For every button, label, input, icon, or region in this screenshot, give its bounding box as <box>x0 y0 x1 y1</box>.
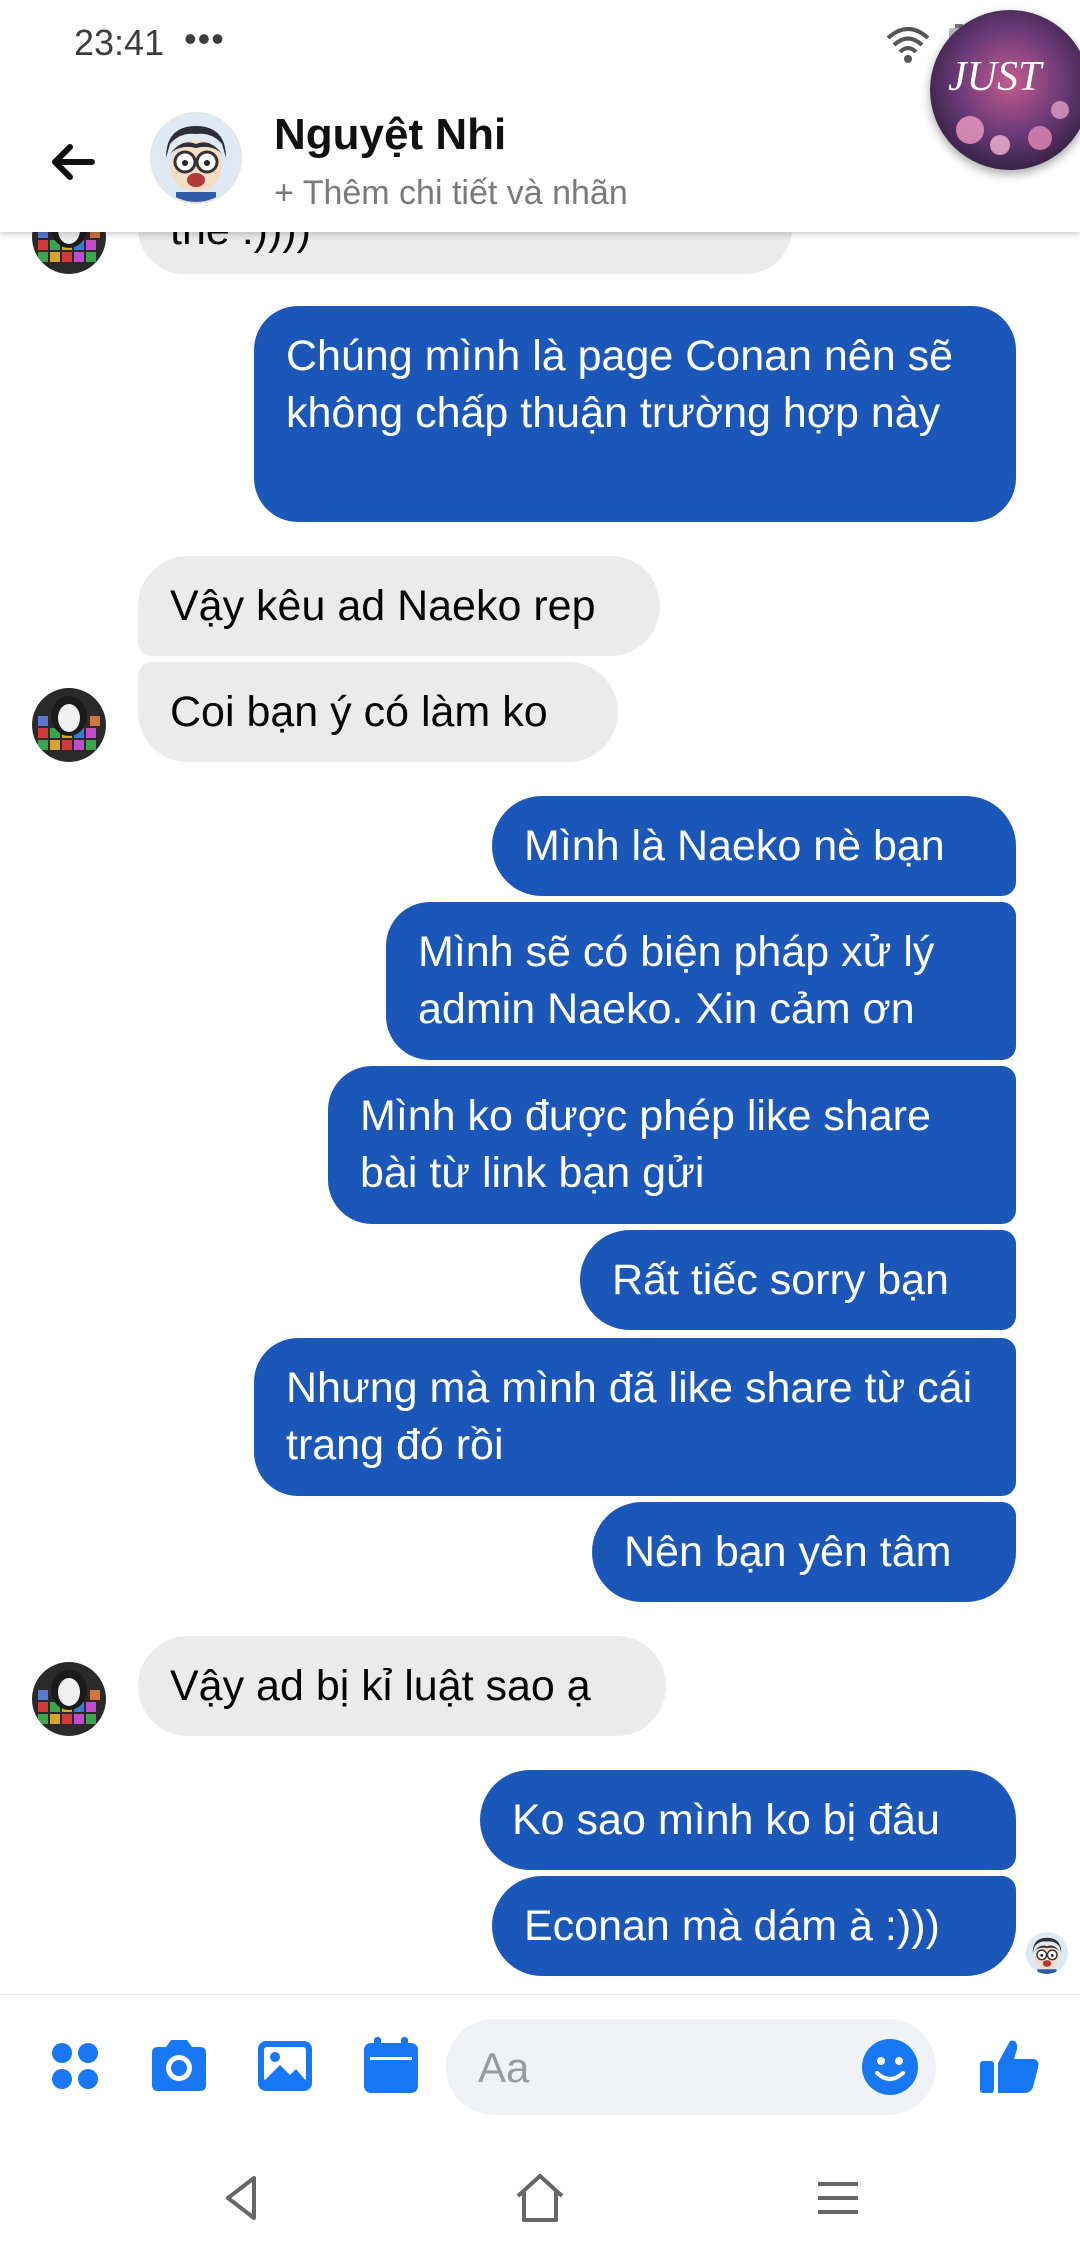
nav-menu-icon[interactable] <box>806 2166 870 2230</box>
apps-icon[interactable] <box>40 2031 110 2101</box>
contact-avatar[interactable] <box>32 688 106 762</box>
message-bubble-incoming[interactable]: Vậy kêu ad Naeko rep <box>138 556 660 656</box>
message-bubble-outgoing[interactable]: Mình là Naeko nè bạn <box>492 796 1016 896</box>
message-text: Mình ko được phép like share bài từ link… <box>360 1092 931 1197</box>
emoji-icon[interactable] <box>858 2035 922 2099</box>
message-bubble-outgoing[interactable]: Mình ko được phép like share bài từ link… <box>328 1066 1016 1224</box>
back-arrow-icon[interactable] <box>44 132 104 192</box>
message-text: Nhưng mà mình đã like share từ cái trang… <box>286 1364 973 1469</box>
message-bubble-outgoing[interactable]: Ko sao mình ko bị đâu <box>480 1770 1016 1870</box>
wifi-icon <box>884 24 932 64</box>
message-input[interactable] <box>476 2037 840 2099</box>
message-text: Chúng mình là page Conan nên sẽ không ch… <box>286 332 953 437</box>
message-list[interactable]: thế :)))) Chúng mình là page Conan nên s… <box>0 0 1080 1992</box>
status-bar: 23:41 ••• <box>0 0 1080 92</box>
message-input-container[interactable] <box>446 2019 936 2115</box>
message-bubble-outgoing[interactable]: Nên bạn yên tâm <box>592 1502 1016 1602</box>
calendar-icon[interactable] <box>356 2031 426 2101</box>
chat-head-bubble[interactable]: JUST <box>930 10 1080 170</box>
seen-indicator-avatar <box>1026 1932 1068 1974</box>
nav-back-icon[interactable] <box>210 2166 274 2230</box>
message-composer <box>0 1994 1080 2137</box>
chat-head-label: JUST <box>948 54 1044 100</box>
contact-avatar[interactable] <box>32 1662 106 1736</box>
thumbs-up-icon[interactable] <box>974 2031 1044 2101</box>
system-navigation-bar <box>0 2136 1080 2260</box>
contact-profile-avatar[interactable] <box>150 112 242 204</box>
add-details-link[interactable]: + Thêm chi tiết và nhãn <box>274 174 628 213</box>
message-text: Econan mà dám à :))) <box>524 1902 940 1950</box>
message-text: Rất tiếc sorry bạn <box>612 1256 949 1304</box>
message-text: Mình là Naeko nè bạn <box>524 822 945 870</box>
message-text: Mình sẽ có biện pháp xử lý admin Naeko. … <box>418 928 935 1033</box>
message-bubble-outgoing[interactable]: Econan mà dám à :))) <box>492 1876 1016 1976</box>
status-time: 23:41 <box>74 22 165 63</box>
message-bubble-outgoing[interactable]: Mình sẽ có biện pháp xử lý admin Naeko. … <box>386 902 1016 1060</box>
camera-icon[interactable] <box>144 2031 214 2101</box>
conversation-header: Nguyệt Nhi + Thêm chi tiết và nhãn <box>0 92 1080 232</box>
message-bubble-incoming[interactable]: Vậy ad bị kỉ luật sao ạ <box>138 1636 666 1736</box>
nav-home-icon[interactable] <box>508 2166 572 2230</box>
message-text: Ko sao mình ko bị đâu <box>512 1796 940 1844</box>
message-bubble-outgoing[interactable]: Rất tiếc sorry bạn <box>580 1230 1016 1330</box>
message-text: Vậy ad bị kỉ luật sao ạ <box>170 1662 591 1710</box>
gallery-icon[interactable] <box>250 2031 320 2101</box>
notification-dots: ••• <box>184 18 225 59</box>
message-bubble-outgoing[interactable]: Chúng mình là page Conan nên sẽ không ch… <box>254 306 1016 522</box>
contact-name[interactable]: Nguyệt Nhi <box>274 110 506 160</box>
message-text: Coi bạn ý có làm ko <box>170 688 548 736</box>
message-bubble-incoming[interactable]: Coi bạn ý có làm ko <box>138 662 618 762</box>
message-text: Vậy kêu ad Naeko rep <box>170 582 596 630</box>
message-text: Nên bạn yên tâm <box>624 1528 952 1576</box>
message-bubble-outgoing[interactable]: Nhưng mà mình đã like share từ cái trang… <box>254 1338 1016 1496</box>
